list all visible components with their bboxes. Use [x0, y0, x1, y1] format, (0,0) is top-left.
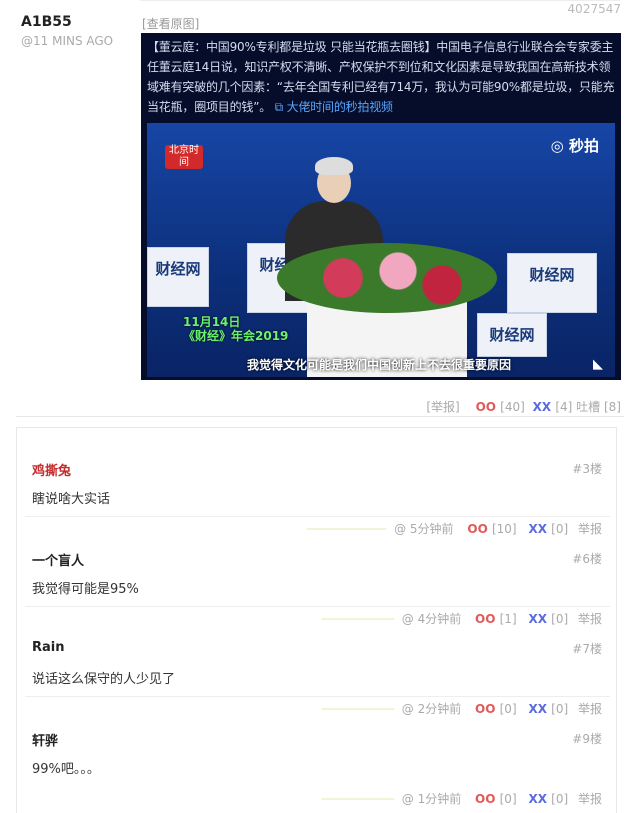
view-original-link[interactable]: [查看原图] [142, 15, 199, 32]
post-id: 4027547 [567, 2, 621, 16]
video-frame[interactable]: 财经网 财经网 财经网 财经网 北京时间 ◎ 秒拍 11月14日 《财经》年会2… [147, 123, 615, 377]
xx-label: XX [528, 792, 547, 806]
miaopai-watermark: ◎ 秒拍 [551, 135, 599, 156]
comment-meta: ━━━━━━━━━━ @ 1分钟前 OO [0] XX [0] 举报 [322, 790, 602, 807]
post-actions: [举报] OO [40] XX [4] 吐槽 [8] [426, 398, 621, 415]
oo-button[interactable]: OO [40] [476, 400, 525, 414]
comments-list: 鸡撕兔 #3楼 瞎说啥大实话 ━━━━━━━━━━━ @ 5分钟前 OO [10… [16, 427, 617, 813]
top-divider [140, 0, 620, 1]
oo-count: [40] [500, 400, 525, 414]
comment-item: Rain #7楼 说话这么保守的人少见了 ━━━━━━━━━━ @ 2分钟前 O… [25, 608, 610, 716]
comment-author[interactable]: 轩骅 [32, 730, 58, 749]
xx-label: XX [532, 400, 552, 414]
comment-text: 99%吧。。。 [32, 762, 100, 777]
sponsor-panel: 财经网 [507, 253, 597, 313]
xx-count: [0] [551, 792, 569, 806]
panel-logo: 财经网 [489, 326, 535, 344]
comment-text: 说话这么保守的人少见了 [32, 672, 176, 687]
oo-label: OO [475, 400, 496, 414]
video-link-label: 大佬时间的秒拍视频 [286, 100, 393, 114]
comment-text: 我觉得可能是95% [32, 582, 139, 597]
comment-item: 轩骅 #9楼 99%吧。。。 ━━━━━━━━━━ @ 1分钟前 OO [0] … [25, 698, 610, 813]
comment-item: 鸡撕兔 #3楼 瞎说啥大实话 ━━━━━━━━━━━ @ 5分钟前 OO [10… [25, 428, 610, 536]
comment-floor[interactable]: #7楼 [572, 640, 602, 657]
report-link[interactable]: 举报 [578, 792, 602, 806]
video-subtitle: 我觉得文化可能是我们中国创新上不去很重要原因 [247, 358, 512, 372]
post-author[interactable]: A1B55 [21, 14, 72, 30]
channel-badge: 北京时间 [165, 145, 203, 169]
sponsor-panel: 财经网 [477, 313, 547, 357]
panel-logo: 财经网 [155, 260, 201, 278]
comment-author[interactable]: 鸡撕兔 [32, 460, 71, 479]
comment-text: 瞎说啥大实话 [32, 492, 111, 507]
comment-author[interactable]: Rain [32, 640, 65, 655]
miaopai-icon: ◎ [550, 137, 569, 155]
video-link[interactable]: ⧉ 大佬时间的秒拍视频 [275, 100, 393, 114]
news-image[interactable]: 【董云庭：中国90%专利都是垃圾 只能当花瓶去圈钱】中国电子信息行业联合会专家委… [141, 33, 621, 380]
rating-bar: ━━━━━━━━━━ [321, 792, 394, 806]
comment-floor[interactable]: #6楼 [572, 550, 602, 567]
report-link[interactable]: [举报] [426, 400, 459, 414]
comment-author[interactable]: 一个盲人 [32, 550, 84, 569]
xx-button[interactable]: XX [4] [533, 400, 573, 414]
event-name: 《财经》年会2019 [183, 329, 289, 343]
sponsor-panel: 财经网 [147, 247, 209, 307]
oo-count: [0] [499, 792, 517, 806]
xx-count: [4] [555, 400, 573, 414]
share-icon[interactable]: ◣ [593, 357, 603, 372]
post-divider [16, 416, 624, 417]
miaopai-label: 秒拍 [568, 137, 599, 155]
speaker-hair [315, 157, 353, 175]
comment-floor[interactable]: #3楼 [572, 460, 602, 477]
video-link-icon: ⧉ [274, 100, 287, 114]
oo-label: OO [475, 792, 496, 806]
tucao-link[interactable]: 吐槽 [8] [576, 400, 621, 414]
event-date: 11月14日 [183, 315, 241, 329]
comment-time: @ 1分钟前 [401, 792, 462, 806]
news-text: 【董云庭：中国90%专利都是垃圾 只能当花瓶去圈钱】中国电子信息行业联合会专家委… [147, 37, 615, 117]
oo-button[interactable]: OO [0] [475, 792, 517, 806]
post-time: @11 MINS AGO [21, 34, 114, 48]
xx-button[interactable]: XX [0] [528, 792, 568, 806]
flower-arrangement [277, 243, 497, 313]
event-date-tag: 11月14日 《财经》年会2019 [183, 315, 288, 343]
comment-item: 一个盲人 #6楼 我觉得可能是95% ━━━━━━━━━━ @ 4分钟前 OO … [25, 518, 610, 626]
comment-floor[interactable]: #9楼 [572, 730, 602, 747]
panel-logo: 财经网 [529, 266, 575, 284]
